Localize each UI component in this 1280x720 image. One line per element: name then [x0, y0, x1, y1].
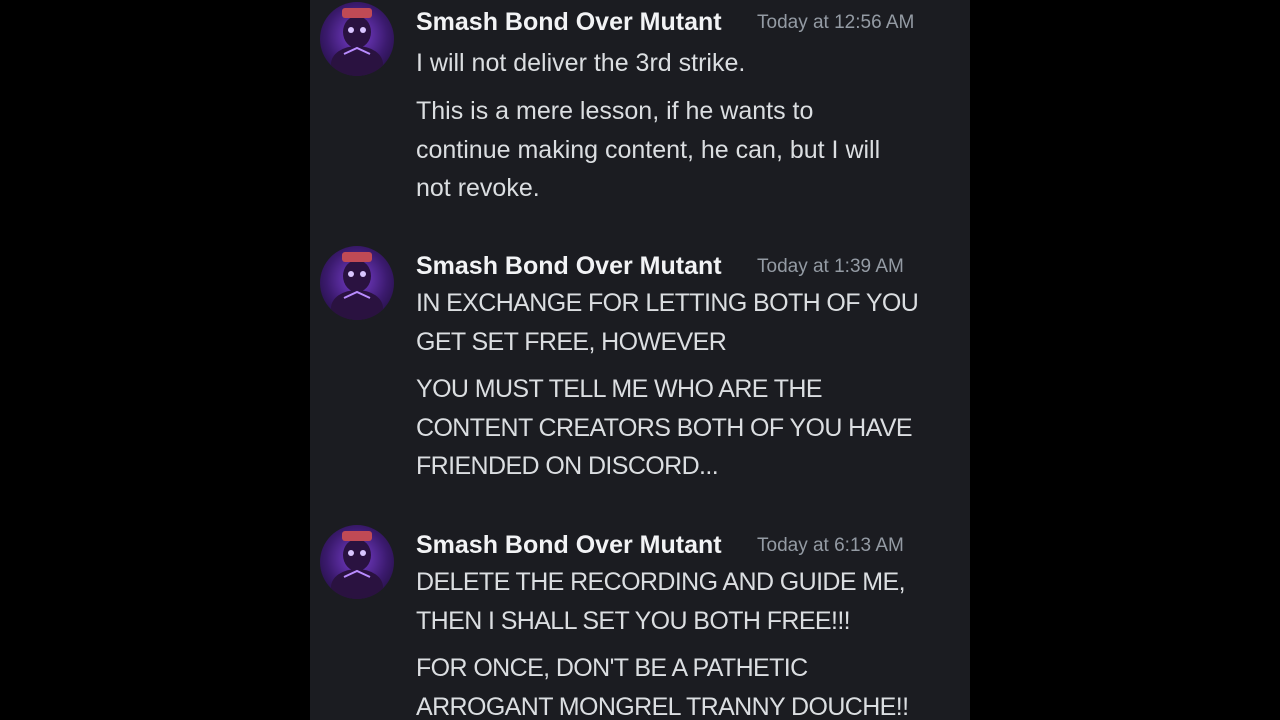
- message-paragraph: IN EXCHANGE FOR LETTING BOTH OF YOU GET …: [416, 289, 919, 356]
- message-paragraph: FOR ONCE, DON'T BE A PATHETIC ARROGANT M…: [416, 654, 909, 720]
- message-paragraph: YOU MUST TELL ME WHO ARE THE CONTENT CRE…: [416, 375, 913, 480]
- message-username[interactable]: Smash Bond Over Mutant: [416, 525, 722, 565]
- message-username[interactable]: Smash Bond Over Mutant: [416, 2, 722, 42]
- video-frame: Smash Bond Over Mutant Today at 12:56 AM…: [0, 0, 1280, 720]
- message-paragraph: DELETE THE RECORDING AND GUIDE ME, THEN …: [416, 568, 906, 635]
- message-timestamp: Today at 6:13 AM: [757, 535, 904, 556]
- message-timestamp: Today at 12:56 AM: [757, 12, 915, 33]
- message-paragraph: I will not deliver the 3rd strike.: [416, 49, 746, 77]
- user-avatar-icon[interactable]: [320, 2, 394, 76]
- message-paragraph: This is a mere lesson, if he wants to co…: [416, 97, 881, 202]
- message-username[interactable]: Smash Bond Over Mutant: [416, 246, 722, 286]
- chat-message-list: Smash Bond Over Mutant Today at 12:56 AM…: [310, 0, 970, 720]
- user-avatar-icon[interactable]: [320, 246, 394, 320]
- user-avatar-icon[interactable]: [320, 525, 394, 599]
- message-timestamp: Today at 1:39 AM: [757, 256, 904, 277]
